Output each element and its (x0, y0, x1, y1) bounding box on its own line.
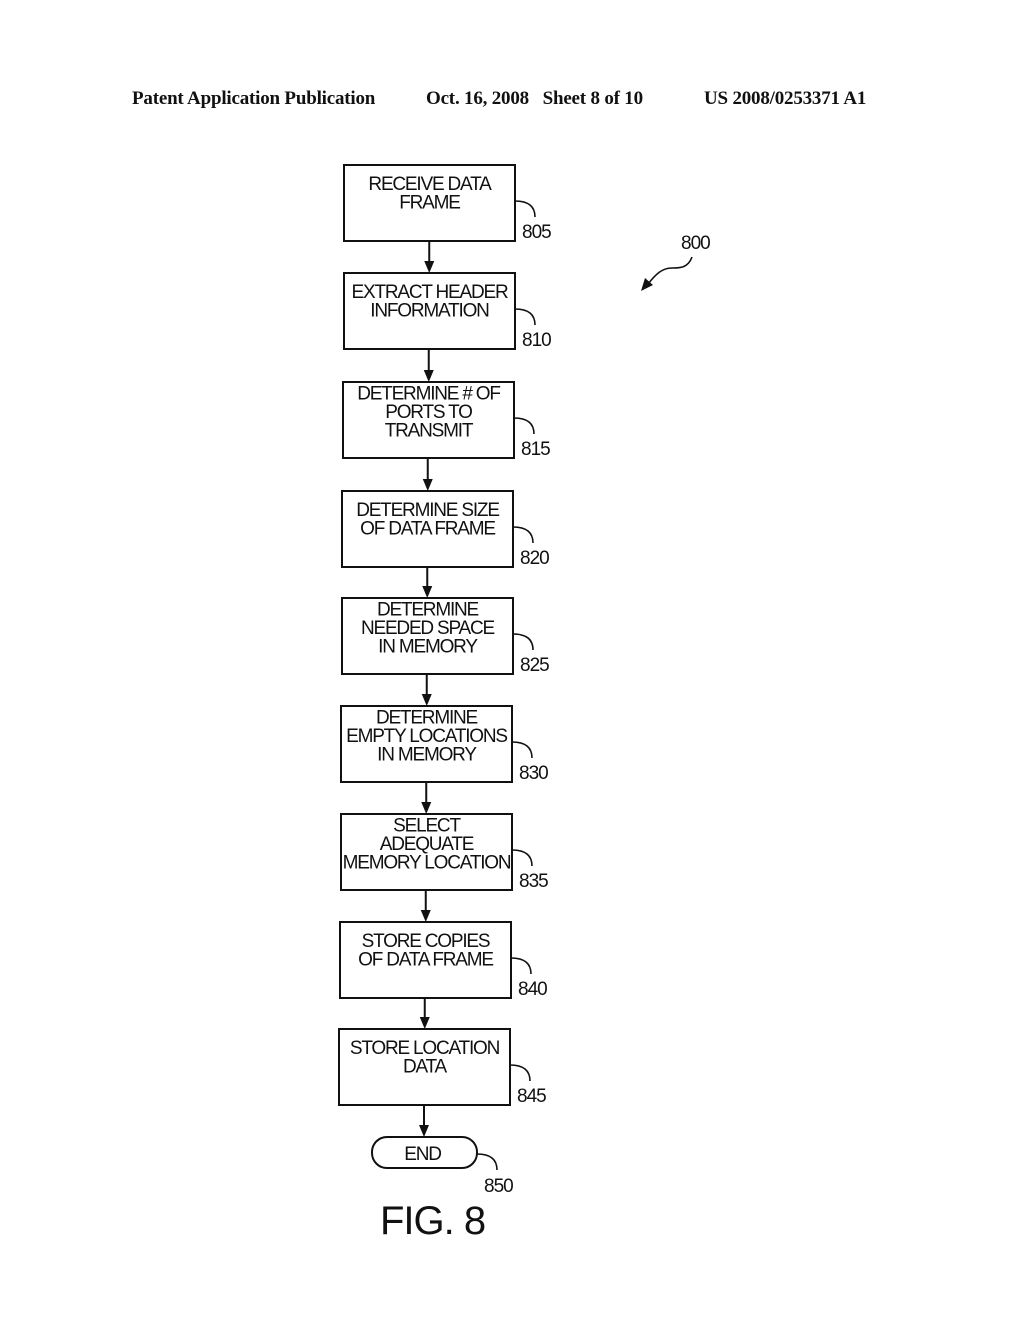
step-815: DETERMINE # OFPORTS TOTRANSMIT815 (342, 381, 551, 460)
step-835: SELECTADEQUATEMEMORY LOCATION835 (340, 813, 549, 892)
terminal-reference-number: 850 (484, 1176, 513, 1197)
step-reference-number: 825 (520, 655, 549, 676)
step-reference-number: 830 (519, 763, 548, 784)
flowchart-steps: RECEIVE DATAFRAME805EXTRACT HEADERINFORM… (338, 164, 552, 1107)
step-label-line: OF DATA FRAME (358, 949, 493, 970)
reference-leader (476, 1153, 498, 1171)
arrow-down-icon (422, 479, 433, 491)
step-label-line: IN MEMORY (377, 745, 477, 766)
figure-label: FIG. 8 (380, 1199, 485, 1243)
reference-leader (512, 633, 534, 651)
step-reference-number: 835 (519, 871, 548, 892)
reference-leader (514, 308, 536, 326)
flowchart-connectors (419, 241, 435, 1137)
step-label-line: FRAME (399, 192, 460, 213)
arrow-down-icon (421, 694, 432, 706)
terminal-node: END 850 (371, 1136, 514, 1197)
step-825: DETERMINENEEDED SPACEIN MEMORY825 (341, 597, 550, 676)
step-label-line: INFORMATION (370, 300, 489, 321)
reference-leader (512, 526, 534, 544)
arrow-down-icon (423, 370, 434, 382)
terminal-label: END (404, 1144, 441, 1165)
step-810: EXTRACT HEADERINFORMATION810 (343, 272, 552, 351)
arrow-down-icon (424, 261, 435, 273)
step-reference-number: 810 (522, 330, 551, 351)
step-reference-number: 815 (521, 439, 550, 460)
step-reference-number: 820 (520, 548, 549, 569)
arrow-down-icon (420, 910, 431, 922)
reference-leader (509, 1064, 531, 1082)
figure-reference-800: 800 (641, 233, 711, 291)
arrow-down-icon (419, 1017, 430, 1029)
step-label-line: IN MEMORY (378, 637, 478, 658)
step-820: DETERMINE SIZEOF DATA FRAME820 (341, 490, 550, 569)
step-reference-number: 805 (522, 222, 551, 243)
arrow-down-icon (421, 802, 432, 814)
figure-reference-number: 800 (681, 233, 710, 254)
arrow-down-icon (419, 1125, 429, 1137)
reference-leader (511, 849, 533, 867)
step-830: DETERMINEEMPTY LOCATIONSIN MEMORY830 (340, 705, 549, 784)
reference-leader-arrow (647, 256, 693, 285)
step-840: STORE COPIESOF DATA FRAME840 (339, 921, 548, 1000)
step-label-line: DATA (403, 1056, 448, 1077)
step-label-line: MEMORY LOCATION (343, 853, 511, 874)
reference-leader (514, 200, 536, 218)
step-label-line: TRANSMIT (385, 421, 474, 442)
flowchart: RECEIVE DATAFRAME805EXTRACT HEADERINFORM… (338, 164, 711, 1243)
reference-leader (510, 957, 532, 975)
reference-leader (513, 417, 535, 435)
arrow-down-icon (422, 586, 433, 598)
step-reference-number: 840 (518, 979, 547, 1000)
step-reference-number: 845 (517, 1086, 546, 1107)
step-805: RECEIVE DATAFRAME805 (343, 164, 552, 243)
step-label-line: OF DATA FRAME (360, 518, 495, 539)
reference-leader (511, 741, 533, 759)
step-845: STORE LOCATIONDATA845 (338, 1028, 547, 1107)
